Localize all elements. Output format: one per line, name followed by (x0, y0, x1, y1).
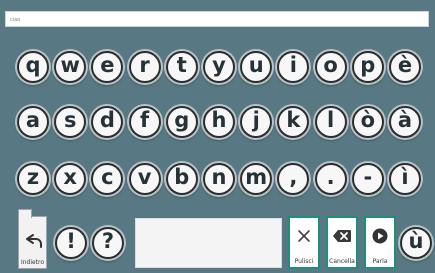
back-label: Indietro (20, 259, 45, 266)
key[interactable]: p (351, 51, 384, 83)
key[interactable]: i (277, 51, 310, 83)
key[interactable]: z (17, 163, 49, 195)
key-label: j (252, 108, 260, 132)
delete-label: Cancella (329, 258, 355, 265)
key-label: r (139, 53, 150, 77)
key[interactable]: g (165, 106, 198, 138)
key-label: a (25, 108, 41, 132)
undo-arrow-icon (26, 234, 42, 248)
key-label: ù (408, 229, 424, 253)
key-label: n (211, 165, 227, 189)
key-label: ì (401, 165, 409, 189)
key[interactable]: q (17, 51, 49, 83)
key[interactable]: ì (389, 163, 421, 195)
key-label: z (26, 165, 40, 189)
key-label: b (174, 165, 190, 189)
key[interactable]: l (314, 106, 347, 138)
key[interactable]: k (277, 106, 310, 138)
key[interactable]: ò (351, 106, 384, 138)
key-label: d (99, 108, 115, 132)
key[interactable]: d (91, 106, 124, 138)
key-u-grave[interactable]: ù (400, 227, 432, 259)
key[interactable]: u (240, 51, 273, 83)
key-label: ? (101, 229, 115, 253)
key-label: h (211, 108, 227, 132)
key[interactable]: o (314, 51, 347, 83)
key[interactable]: m (240, 163, 273, 195)
key[interactable]: a (17, 106, 49, 138)
key[interactable]: x (54, 163, 87, 195)
key-label: . (326, 165, 335, 189)
key-label: x (63, 165, 77, 189)
key-label: è (397, 53, 413, 77)
key-label: c (101, 165, 114, 189)
key[interactable]: h (203, 106, 235, 138)
key-label: ò (360, 108, 376, 132)
clear-button[interactable]: Pulisci (288, 216, 320, 269)
key-label: v (137, 165, 152, 189)
key[interactable]: - (351, 163, 384, 195)
space-bar[interactable] (135, 218, 282, 268)
key-label: p (360, 53, 376, 77)
key[interactable]: t (165, 51, 198, 83)
key[interactable]: n (203, 163, 235, 195)
key-exclamation[interactable]: ! (55, 227, 87, 259)
key[interactable]: b (165, 163, 198, 195)
clear-label: Pulisci (294, 258, 314, 265)
key-label: o (323, 53, 338, 77)
key-label: f (140, 108, 150, 132)
delete-button[interactable]: Cancella (326, 216, 358, 269)
key[interactable]: . (314, 163, 347, 195)
key-label: à (397, 108, 413, 132)
key-label: m (245, 165, 268, 189)
key-label: e (100, 53, 115, 77)
key-label: l (326, 108, 335, 132)
key-label: y (212, 53, 226, 77)
key-label: g (174, 108, 190, 132)
key-label: , (289, 165, 298, 189)
key[interactable]: à (389, 106, 421, 138)
key-label: k (286, 108, 301, 132)
key[interactable]: v (128, 163, 161, 195)
key[interactable]: j (240, 106, 273, 138)
back-button[interactable]: Indietro (18, 209, 47, 269)
play-icon (372, 228, 388, 244)
text-input[interactable]: ciao (5, 11, 429, 27)
key[interactable]: è (389, 51, 421, 83)
key-label: t (176, 53, 187, 77)
key[interactable]: s (54, 106, 87, 138)
key-question[interactable]: ? (92, 227, 124, 259)
key[interactable]: w (54, 51, 87, 83)
key-label: w (60, 53, 80, 77)
backspace-icon (333, 230, 351, 242)
key[interactable]: , (277, 163, 310, 195)
key[interactable]: r (128, 51, 161, 83)
x-icon (298, 230, 310, 242)
key-label: s (63, 108, 77, 132)
key[interactable]: y (203, 51, 235, 83)
key-label: ! (66, 229, 76, 253)
key-label: i (289, 53, 297, 77)
speak-button[interactable]: Parla (364, 216, 396, 269)
key-label: q (25, 53, 41, 77)
back-tab (18, 209, 32, 218)
speak-label: Parla (372, 258, 388, 265)
key[interactable]: f (128, 106, 161, 138)
key-label: u (248, 53, 264, 77)
key-label: - (363, 165, 373, 189)
key[interactable]: e (91, 51, 124, 83)
key[interactable]: c (91, 163, 124, 195)
